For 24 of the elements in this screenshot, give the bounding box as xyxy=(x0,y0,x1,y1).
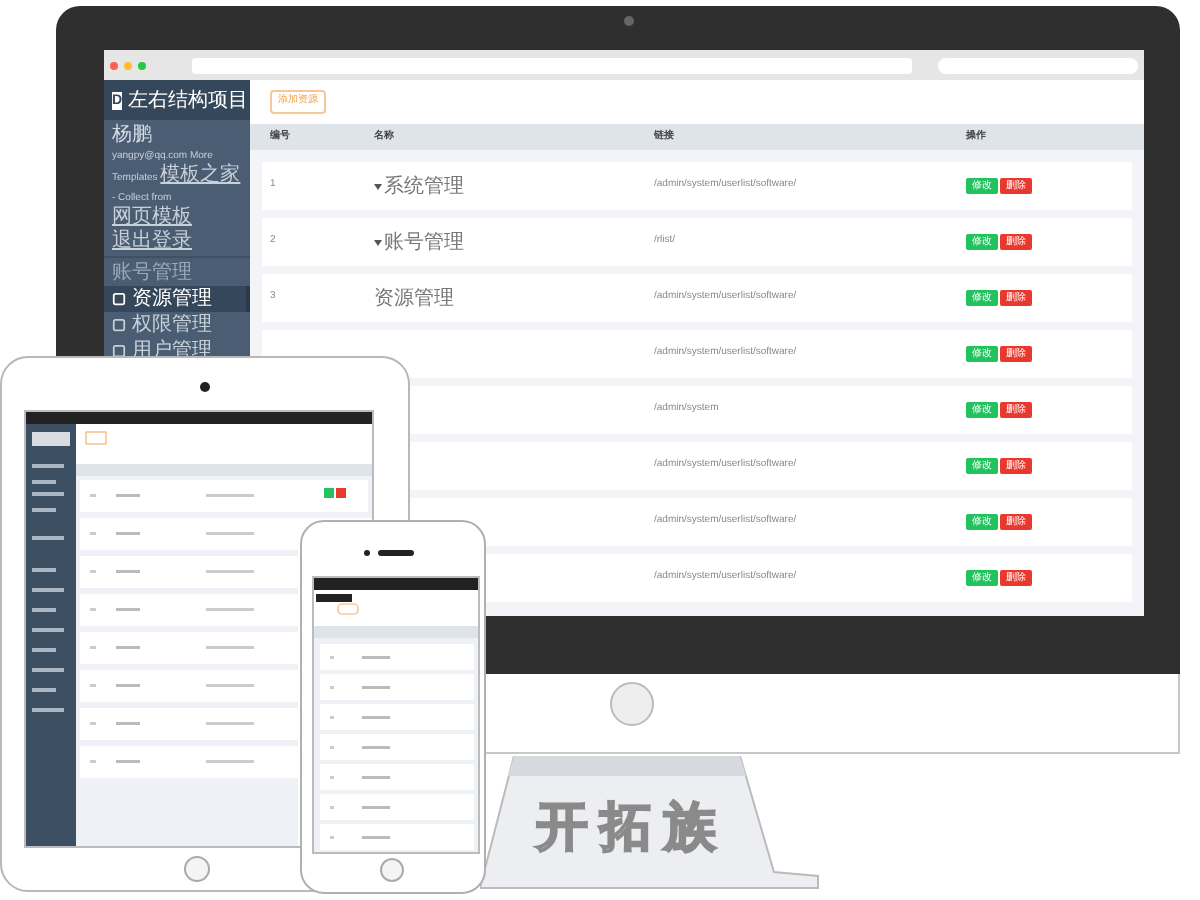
template-link[interactable]: 模板之家 xyxy=(160,164,241,186)
logout-link[interactable]: 退出登录 xyxy=(112,230,192,252)
user-name: 杨鹏 xyxy=(112,124,154,146)
template-link[interactable]: 网页模板 xyxy=(112,206,192,228)
maximize-icon[interactable] xyxy=(138,61,146,69)
camera-icon xyxy=(200,382,210,392)
search-field[interactable] xyxy=(938,57,1138,73)
close-icon[interactable] xyxy=(110,61,118,69)
menu-item[interactable]: 资源管理 xyxy=(104,286,250,312)
camera-icon xyxy=(624,16,634,26)
menu-item[interactable]: 权限管理 xyxy=(104,312,250,338)
name-cell-text: 系统管理 xyxy=(384,173,464,201)
project-title: 左右结构项目 xyxy=(128,87,249,115)
section-label: 账号管理 xyxy=(110,259,194,286)
home-button-icon xyxy=(380,858,404,882)
name-cell-text: 资源管理 xyxy=(374,285,454,313)
power-button-icon xyxy=(610,682,654,726)
camera-icon xyxy=(364,550,370,556)
name-cell-text: 账号管理 xyxy=(384,229,464,257)
address-field[interactable] xyxy=(192,57,912,73)
home-button-icon xyxy=(184,856,210,882)
speaker-icon xyxy=(378,550,414,556)
stand-logo: 开拓族 xyxy=(536,794,728,860)
minimize-icon[interactable] xyxy=(124,61,132,69)
